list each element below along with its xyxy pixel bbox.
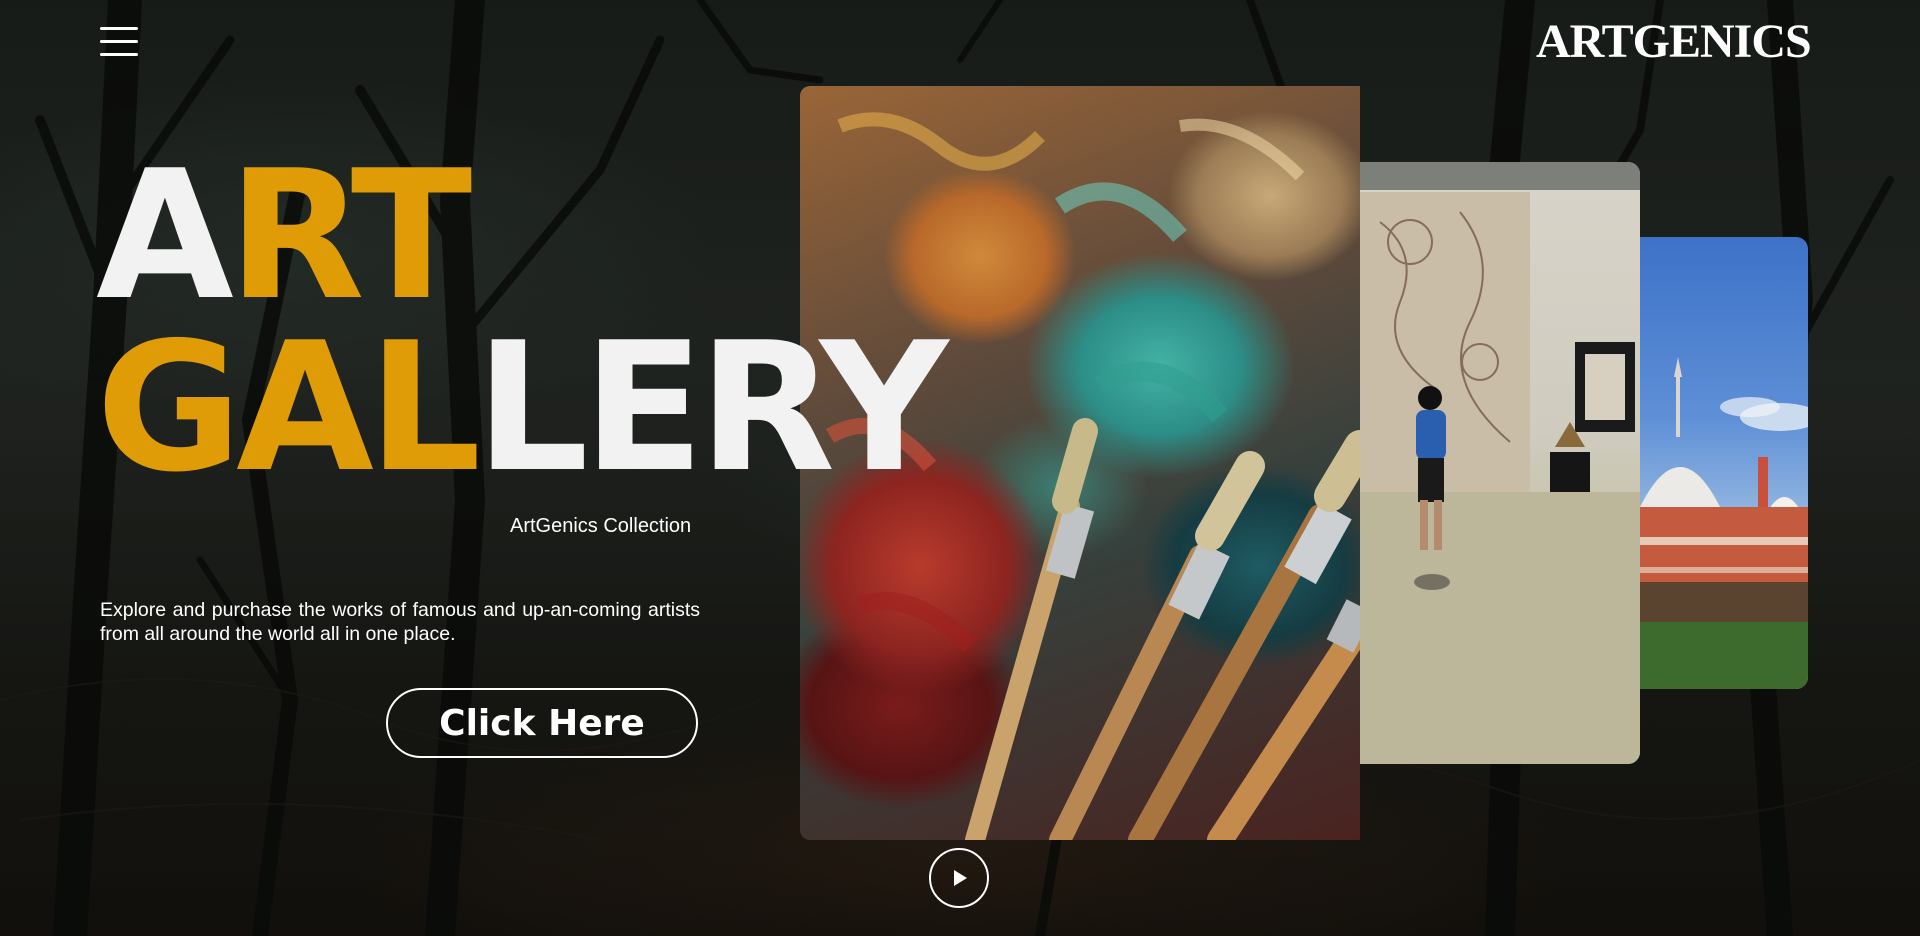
menu-line	[100, 53, 138, 56]
hero-title-line-2: GALLERY	[96, 319, 949, 497]
mosque-image	[1640, 357, 1808, 689]
hero-description: Explore and purchase the works of famous…	[100, 598, 700, 645]
hero-title-lery: LERY	[475, 304, 948, 511]
paint-brushes	[965, 418, 1360, 840]
hero-title-gal: GAL	[96, 304, 481, 511]
menu-line	[100, 27, 138, 30]
menu-line	[100, 40, 138, 43]
gallery-card-mosque[interactable]	[1640, 237, 1808, 689]
click-here-button[interactable]: Click Here	[386, 688, 698, 758]
play-icon	[954, 870, 967, 886]
hamburger-menu-icon[interactable]	[100, 27, 138, 57]
brand-logo[interactable]: ARTGENICS	[1536, 14, 1812, 69]
museum-image	[1360, 162, 1640, 764]
hero-title: ART GALLERY	[96, 147, 949, 497]
hero-title-line-1: ART	[96, 147, 943, 325]
collection-subtitle: ArtGenics Collection	[510, 515, 692, 537]
gallery-card-museum[interactable]	[1360, 162, 1640, 764]
play-button[interactable]	[929, 848, 989, 908]
